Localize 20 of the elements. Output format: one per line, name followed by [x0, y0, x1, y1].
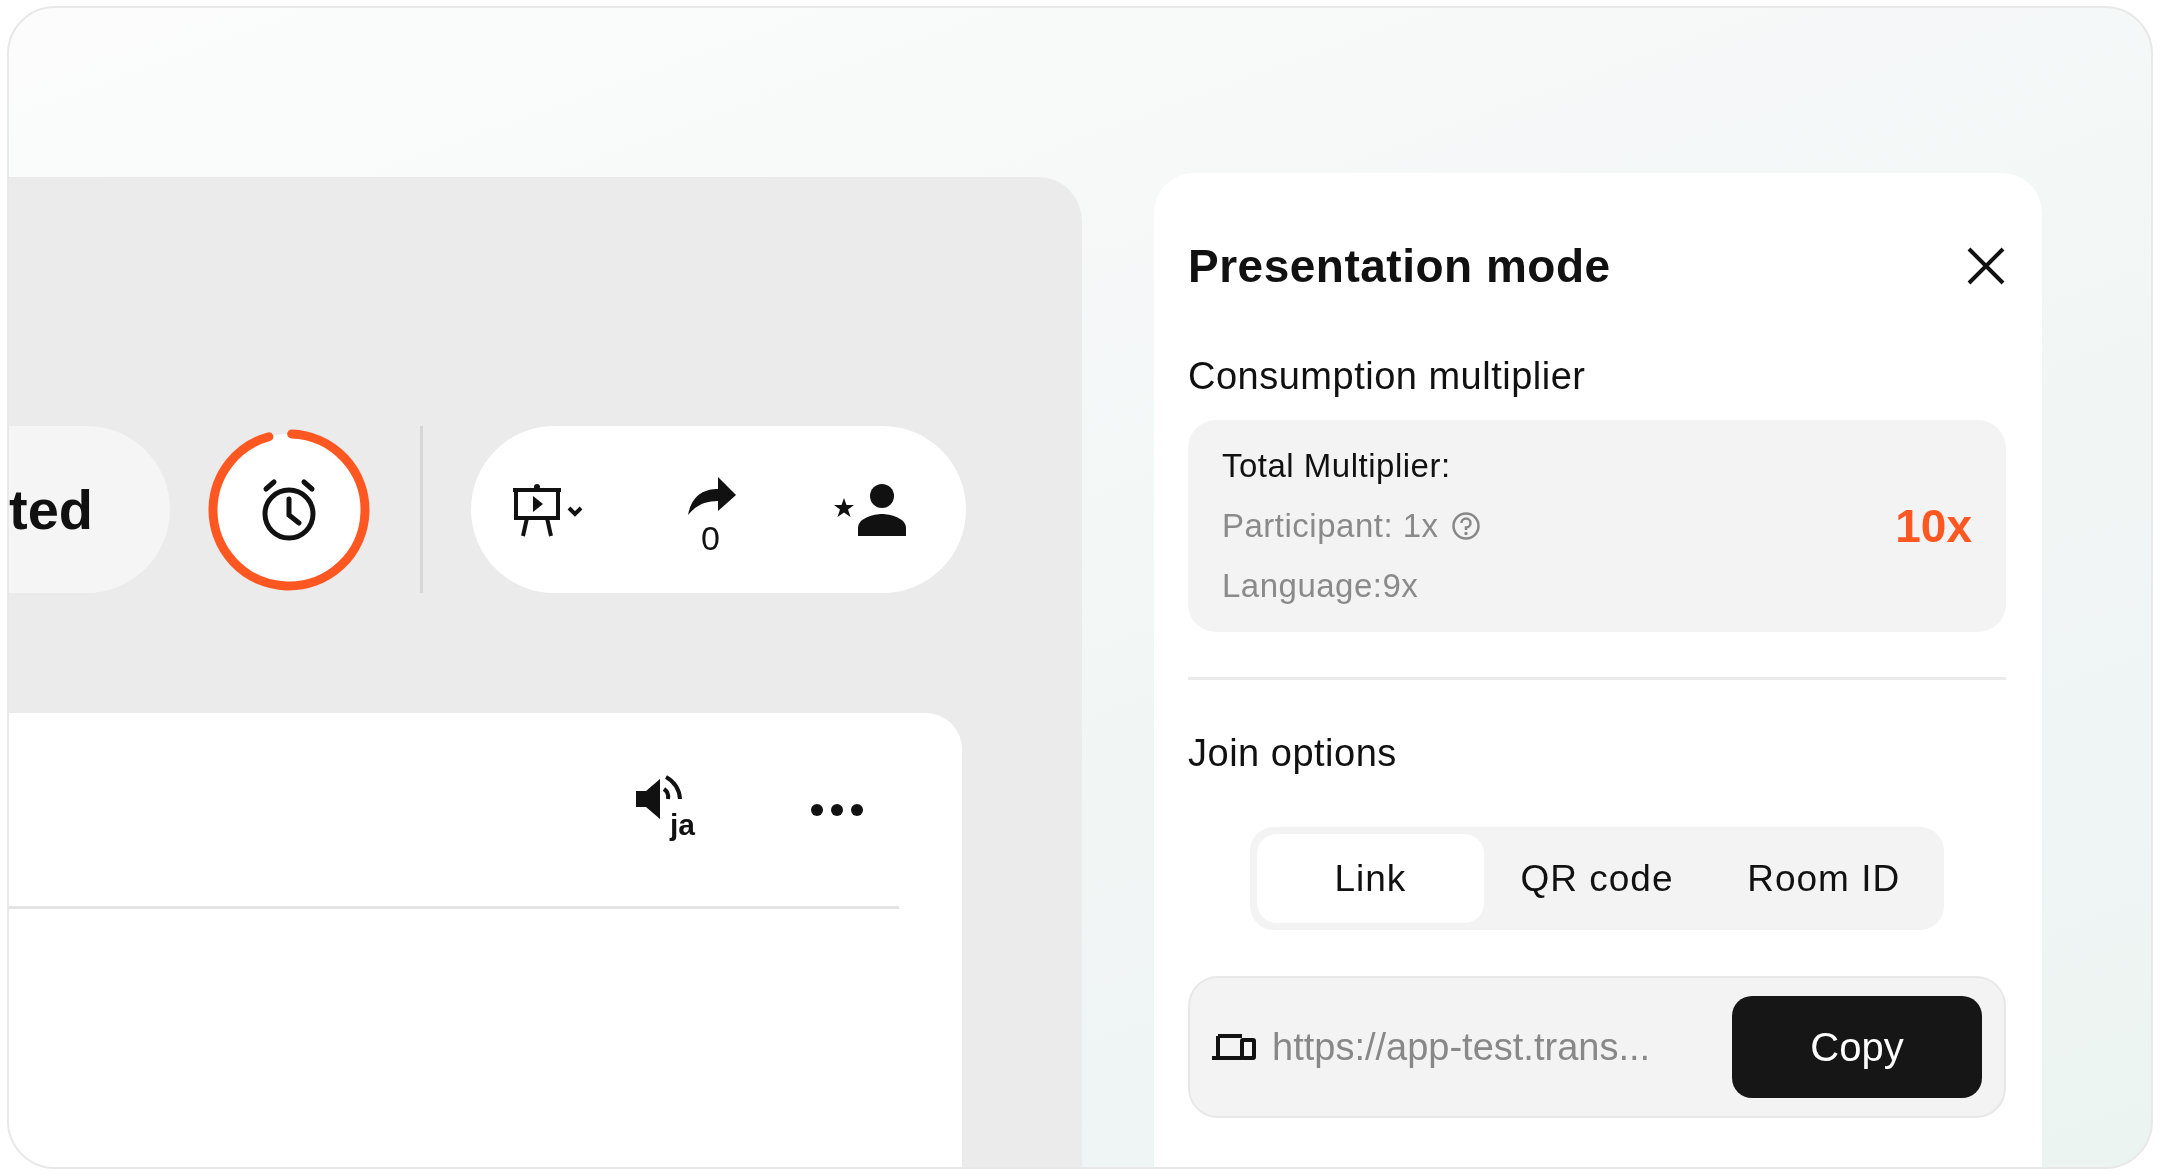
more-icon[interactable] — [810, 802, 864, 817]
devices-icon — [1212, 1032, 1256, 1062]
panel-title: Presentation mode — [1188, 239, 1611, 293]
copy-button[interactable]: Copy — [1732, 996, 1982, 1098]
total-label: Total Multiplier: — [1222, 446, 1452, 486]
audio-language-button[interactable]: ja — [634, 774, 706, 845]
link-url: https://app-test.trans... — [1272, 1025, 1652, 1069]
total-multiplier-value: 10x — [1895, 499, 1972, 553]
join-tab[interactable]: Link — [1257, 834, 1484, 923]
help-icon[interactable] — [1450, 511, 1481, 541]
join-tab[interactable]: Room ID — [1710, 834, 1937, 923]
status-pill[interactable]: ted — [9, 426, 170, 593]
close-icon[interactable] — [1966, 246, 2006, 286]
participant-multiplier: Participant: 1x — [1222, 506, 1439, 546]
language-multiplier: Language:9x — [1222, 566, 1420, 606]
join-tab[interactable]: QR code — [1483, 834, 1711, 923]
share-count: 0 — [701, 518, 720, 557]
section-heading: Consumption multiplier — [1188, 355, 1587, 398]
link-field[interactable]: https://app-test.trans... Copy — [1188, 976, 2006, 1118]
section-heading: Join options — [1188, 732, 1398, 775]
